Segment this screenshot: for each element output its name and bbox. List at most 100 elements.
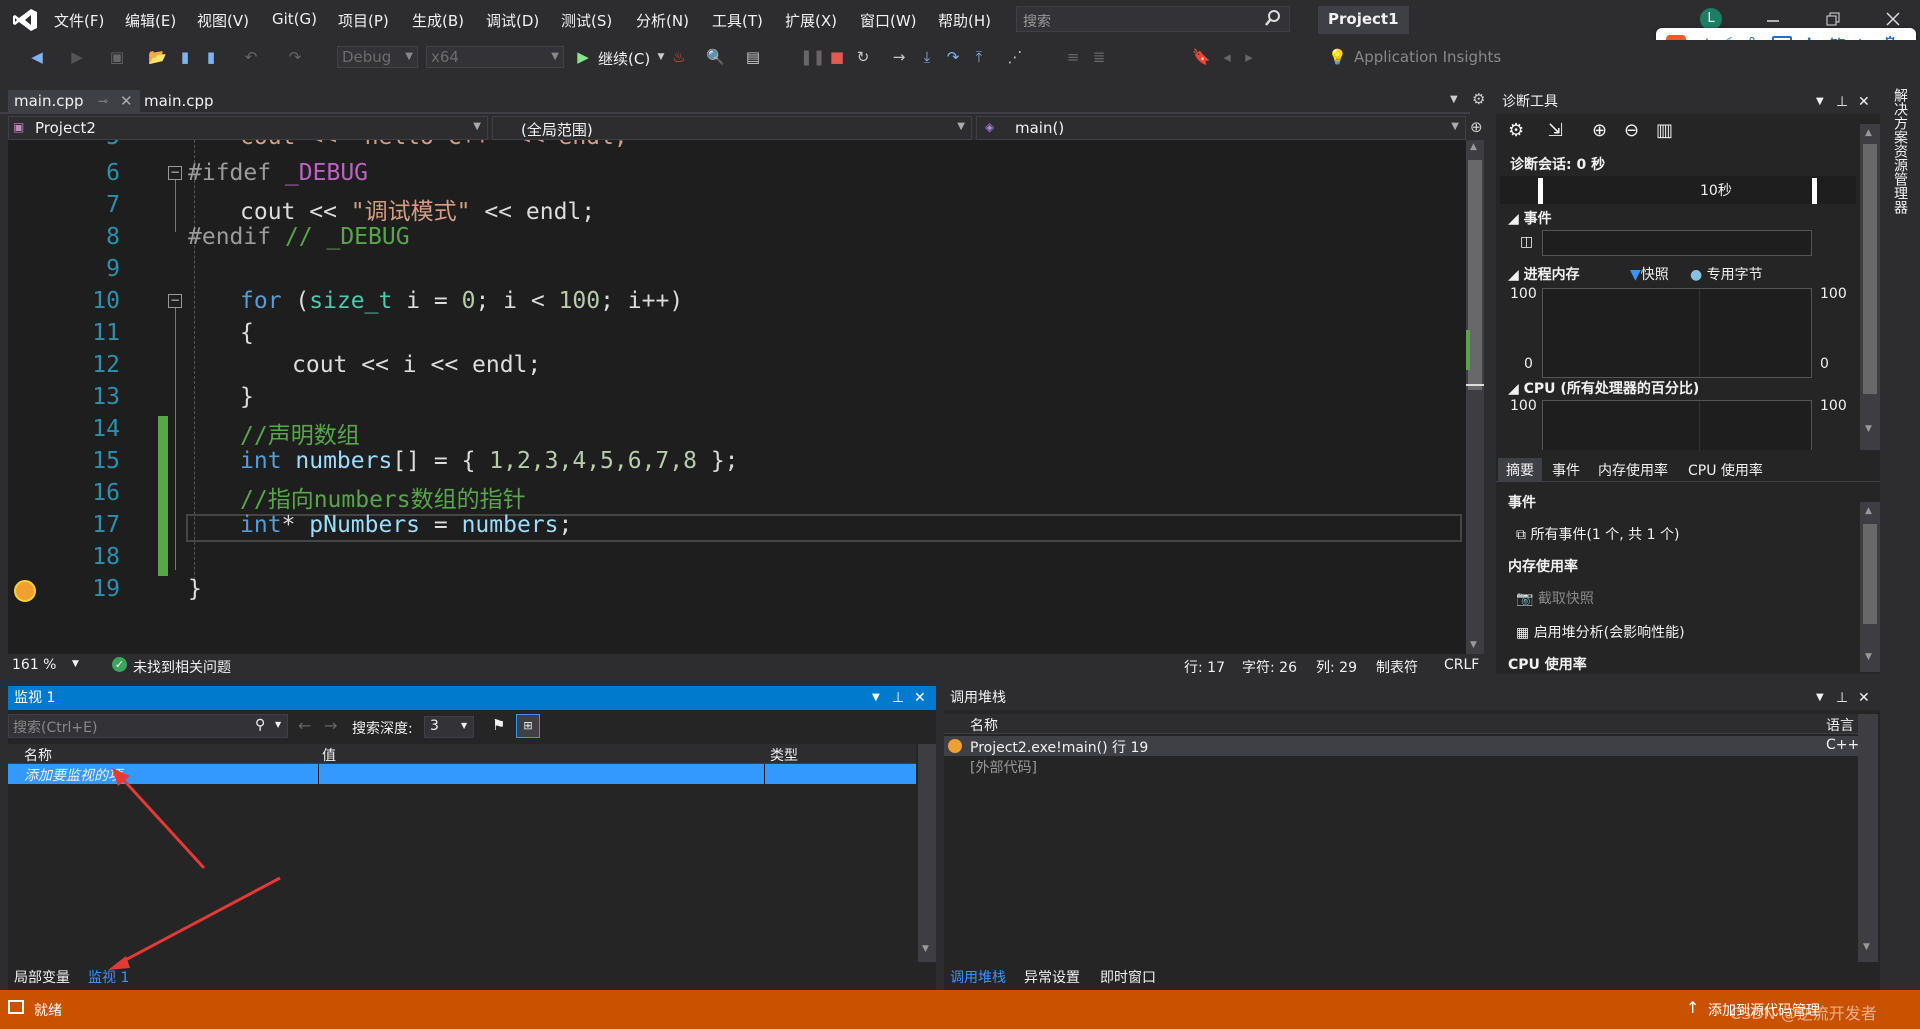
diag-export-icon[interactable]: ⇲ (1548, 120, 1563, 141)
save-icon[interactable]: ▮ (176, 48, 194, 66)
menu-extensions[interactable]: 扩展(X) (785, 10, 837, 31)
find-icon[interactable]: 🔍 (706, 48, 725, 66)
tab-memory-usage[interactable]: 内存使用率 (1598, 460, 1668, 480)
split-editor-icon[interactable]: ⊕ (1470, 118, 1483, 136)
restore-button[interactable] (1826, 12, 1840, 26)
close-button[interactable] (1886, 12, 1900, 26)
save-all-icon[interactable]: ▮ (202, 48, 220, 66)
take-snapshot-button[interactable]: 📷 截取快照 (1516, 588, 1594, 608)
undo-icon[interactable]: ↶ (242, 48, 260, 66)
solution-explorer-side-tab[interactable]: 解决方案资源管理器 (1890, 88, 1910, 214)
upload-icon[interactable]: ↑ (1686, 998, 1699, 1017)
zoom-in-icon[interactable]: ⊕ (1592, 120, 1607, 141)
tab-main-cpp[interactable]: main.cpp (138, 90, 220, 112)
zoom-level[interactable]: 161 % (12, 657, 56, 673)
menu-file[interactable]: 文件(F) (54, 10, 104, 31)
scroll-down-icon[interactable]: ▼ (1865, 424, 1872, 434)
close-icon[interactable]: ✕ (1858, 686, 1870, 710)
scroll-thumb[interactable] (1863, 144, 1877, 394)
all-events-link[interactable]: ⧉ 所有事件(1 个, 共 1 个) (1516, 524, 1679, 544)
app-insights-icon[interactable]: 💡 (1328, 48, 1347, 66)
step-into-icon[interactable]: ⤓ (918, 48, 936, 66)
chevron-down-icon[interactable]: ▼ (652, 48, 670, 66)
scroll-up-icon[interactable]: ▲ (1470, 142, 1477, 152)
tab-locals[interactable]: 局部变量 (14, 967, 70, 987)
bookmark-prev-icon[interactable]: ◂ (1218, 48, 1236, 66)
collapse-toggle-icon[interactable]: − (168, 166, 182, 180)
search-box[interactable]: 搜索 (1016, 6, 1290, 32)
breakpoints-icon[interactable]: ⋰ (1006, 48, 1024, 66)
stop-icon[interactable]: ■ (828, 48, 846, 66)
minimize-button[interactable] (1766, 12, 1780, 26)
cpu-section-title[interactable]: ◢ CPU (所有处理器的百分比) (1508, 378, 1699, 398)
menu-help[interactable]: 帮助(H) (938, 10, 991, 31)
pin-icon[interactable]: ⊸ (98, 90, 108, 112)
tab-exception-settings[interactable]: 异常设置 (1024, 967, 1080, 987)
restart-icon[interactable]: ↻ (854, 48, 872, 66)
diag-settings-icon[interactable]: ⚙ (1508, 120, 1524, 141)
chevron-down-icon[interactable]: ▼ (72, 659, 79, 669)
scroll-up-icon[interactable]: ▲ (1865, 128, 1872, 138)
tab-call-stack[interactable]: 调用堆栈 (950, 967, 1006, 987)
step-over-icon[interactable]: ↷ (944, 48, 962, 66)
new-project-icon[interactable]: ▣ (108, 48, 126, 66)
pin-icon[interactable]: ⊥ (1836, 686, 1848, 710)
tab-events[interactable]: 事件 (1552, 460, 1580, 480)
bookmark-next-icon[interactable]: ▸ (1240, 48, 1258, 66)
timeline-icon[interactable]: ▥ (1656, 120, 1673, 141)
configuration-dropdown[interactable]: Debug ▼ (337, 46, 418, 68)
breakpoint-gutter[interactable] (8, 140, 44, 654)
editor-vertical-scrollbar[interactable]: ▲ ▼ (1466, 140, 1484, 654)
events-section-title[interactable]: ◢ 事件 (1508, 208, 1552, 228)
close-icon[interactable]: ✕ (120, 90, 133, 112)
menu-debug[interactable]: 调试(D) (486, 10, 539, 31)
scroll-up-icon[interactable]: ▲ (1865, 506, 1872, 516)
menu-window[interactable]: 窗口(W) (860, 10, 917, 31)
pin-icon[interactable]: ⊥ (1836, 90, 1848, 114)
events-pause-icon[interactable]: ◫ (1520, 234, 1533, 250)
col-indicator[interactable]: 列: 29 (1316, 657, 1357, 677)
timeline-handle-start[interactable] (1538, 178, 1543, 204)
column-name[interactable]: 名称 (970, 715, 998, 735)
chevron-down-icon[interactable]: ▼ (1816, 686, 1824, 710)
menu-tools[interactable]: 工具(T) (712, 10, 763, 31)
call-stack-scrollbar[interactable]: ▼ (1858, 714, 1878, 962)
member-dropdown[interactable]: ◈ main() ▼ (976, 116, 1466, 140)
redo-icon[interactable]: ↷ (286, 48, 304, 66)
gear-icon[interactable]: ⚙ (1472, 90, 1485, 108)
tab-immediate-window[interactable]: 即时窗口 (1100, 967, 1156, 987)
continue-icon[interactable]: ▶ (574, 48, 592, 66)
open-icon[interactable]: 📂 (148, 48, 167, 66)
scroll-thumb[interactable] (1468, 160, 1482, 390)
line-indicator[interactable]: 行: 17 (1184, 657, 1225, 677)
timeline-handle-end[interactable] (1812, 178, 1817, 204)
continue-button[interactable]: 继续(C) (598, 48, 650, 69)
tab-cpu-usage[interactable]: CPU 使用率 (1688, 460, 1763, 480)
pause-icon[interactable]: ❚❚ (800, 48, 825, 66)
vs-logo-icon[interactable] (12, 8, 38, 32)
diagnostics-icon[interactable]: ▤ (744, 48, 762, 66)
heap-profiling-button[interactable]: ▦ 启用堆分析(会影响性能) (1516, 622, 1685, 642)
menu-git[interactable]: Git(G) (272, 10, 317, 28)
menu-build[interactable]: 生成(B) (412, 10, 464, 31)
table-row[interactable]: Project2.exe!main() 行 19 C++ (944, 736, 1859, 756)
char-indicator[interactable]: 字符: 26 (1242, 657, 1297, 677)
code-editor[interactable]: 5 6 7 8 9 10 11 12 13 14 15 16 17 18 19 … (8, 140, 1466, 654)
platform-dropdown[interactable]: x64 ▼ (426, 46, 564, 68)
zoom-out-icon[interactable]: ⊖ (1624, 120, 1639, 141)
back-icon[interactable]: ◀ (28, 48, 46, 66)
tab-main-cpp-pinned[interactable]: main.cpp ⊸ ✕ (8, 90, 140, 112)
comment-icon[interactable]: ≡ (1064, 48, 1082, 66)
tab-overflow-chevron-icon[interactable]: ▼ (1450, 94, 1458, 105)
show-next-statement-icon[interactable]: → (890, 48, 908, 66)
bookmark-icon[interactable]: 🔖 (1192, 48, 1211, 66)
collapse-toggle-icon[interactable]: − (168, 294, 182, 308)
column-language[interactable]: 语言 (1826, 715, 1854, 735)
session-timeline[interactable]: 10秒 (1500, 176, 1856, 204)
memory-section-title[interactable]: ◢ 进程内存 (1508, 264, 1580, 284)
scroll-down-icon[interactable]: ▼ (1865, 652, 1872, 662)
uncomment-icon[interactable]: ≣ (1090, 48, 1108, 66)
menu-analyze[interactable]: 分析(N) (636, 10, 689, 31)
menu-project[interactable]: 项目(P) (338, 10, 389, 31)
chevron-down-icon[interactable]: ▼ (1816, 90, 1824, 114)
